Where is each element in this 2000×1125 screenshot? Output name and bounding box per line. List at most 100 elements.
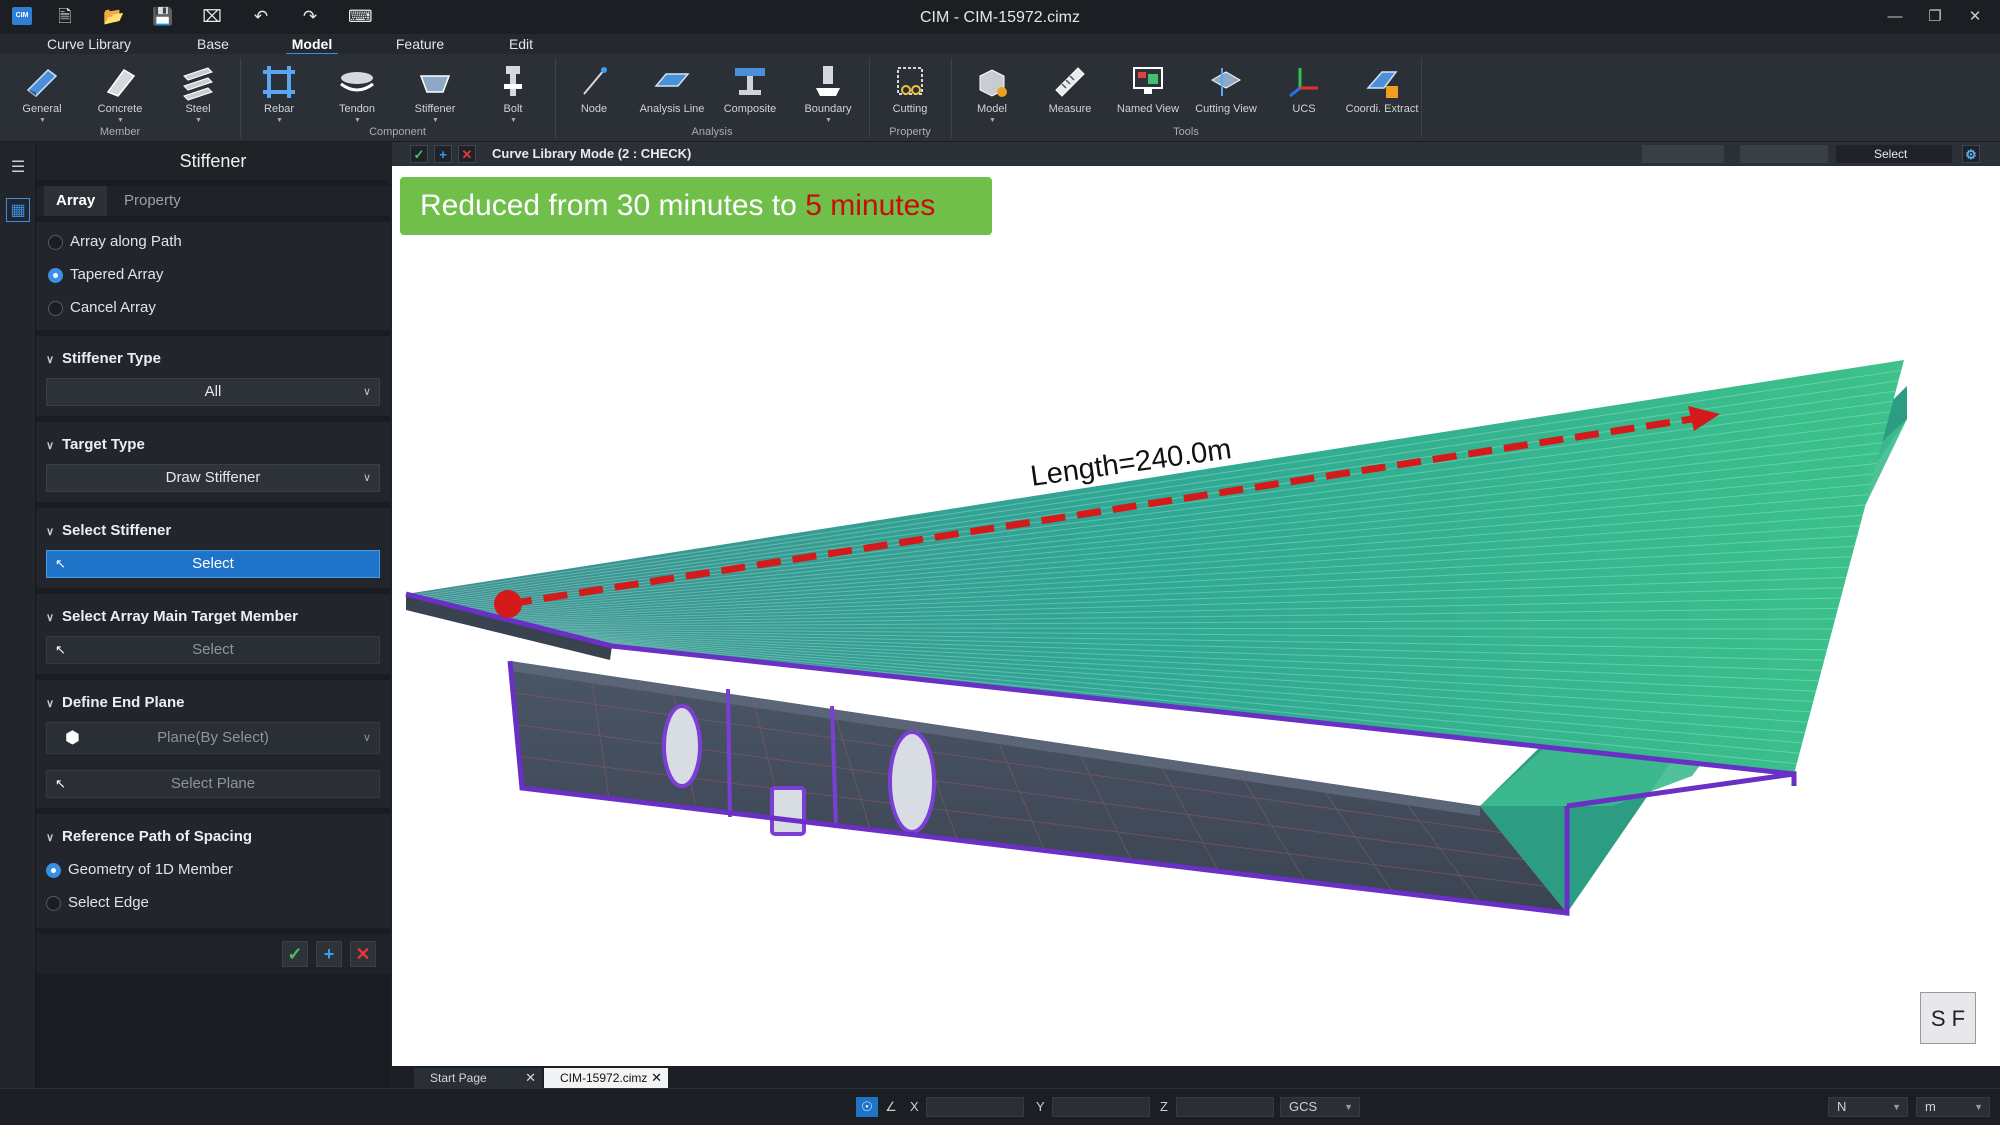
tab-base[interactable]: Base: [182, 34, 244, 54]
tab-feature[interactable]: Feature: [384, 34, 456, 54]
reference-path-header[interactable]: ∨ Reference Path of Spacing: [46, 828, 252, 845]
force-unit-select[interactable]: N ▼: [1828, 1097, 1908, 1117]
tendon-icon: [340, 72, 374, 92]
view-settings-icon[interactable]: ⚙: [1962, 145, 1980, 163]
measure-button[interactable]: Measure: [1033, 62, 1107, 128]
z-coordinate-input[interactable]: [1176, 1097, 1274, 1117]
tab-property[interactable]: Property: [124, 186, 181, 216]
selection-filter-icons[interactable]: [1740, 145, 1828, 163]
group-property-label: Property: [889, 126, 931, 138]
save-icon[interactable]: 💾: [151, 6, 175, 28]
analysis-line-button[interactable]: Analysis Line: [635, 62, 709, 128]
add-button[interactable]: +: [316, 941, 342, 967]
title-bar: CIM 🗎 📂 💾 ⌧ ↶ ↷ ⌨ CIM - CIM-15972.cimz —…: [0, 0, 2000, 34]
close-icon[interactable]: ✕: [651, 1068, 662, 1088]
select-mode-dropdown[interactable]: Select: [1836, 145, 1952, 163]
stiffener-type-header[interactable]: ∨ Stiffener Type: [46, 350, 161, 367]
restore-button[interactable]: ❐: [1920, 5, 1950, 29]
bolt-icon: [504, 66, 522, 96]
select-stiffener-button[interactable]: ↖ Select: [46, 550, 380, 578]
coordinate-extract-icon: [1366, 71, 1398, 98]
ucs-button[interactable]: UCS: [1267, 62, 1341, 128]
boundary-button[interactable]: Boundary ▼: [791, 62, 865, 128]
stiffener-type-dropdown[interactable]: All ∨: [46, 378, 380, 406]
cutting-button[interactable]: Cutting: [873, 62, 947, 128]
ruler-icon[interactable]: ∠: [880, 1097, 902, 1117]
panel-title: Stiffener: [36, 142, 390, 180]
close-icon[interactable]: ✕: [458, 145, 476, 163]
3d-viewport[interactable]: ✓ + ✕ Curve Library Mode (2 : CHECK) Sel…: [392, 142, 2000, 1066]
tab-array[interactable]: Array: [44, 186, 108, 216]
tab-model[interactable]: Model: [278, 34, 346, 55]
time-reduction-banner: Reduced from 30 minutes to 5 minutes: [400, 177, 992, 235]
grid-view-icon[interactable]: ▦: [6, 198, 30, 222]
keyboard-icon[interactable]: ⌨: [348, 6, 373, 28]
general-button[interactable]: General ▼: [5, 62, 79, 128]
select-main-target-header[interactable]: ∨ Select Array Main Target Member: [46, 608, 298, 625]
close-file-icon[interactable]: ⌧: [200, 6, 224, 28]
node-button[interactable]: Node: [557, 62, 631, 128]
rebar-button[interactable]: Rebar ▼: [242, 62, 316, 128]
cutting-view-icon: [1210, 68, 1242, 96]
composite-button[interactable]: Composite: [713, 62, 787, 128]
node-icon: [583, 67, 607, 95]
named-view-button[interactable]: Named View: [1111, 62, 1185, 128]
plus-icon[interactable]: +: [434, 145, 452, 163]
undo-icon[interactable]: ↶: [249, 6, 273, 28]
y-coordinate-input[interactable]: [1052, 1097, 1150, 1117]
chevron-down-icon: ∨: [362, 732, 371, 744]
x-coordinate-input[interactable]: [926, 1097, 1024, 1117]
steel-button[interactable]: Steel ▼: [161, 62, 235, 128]
composite-icon: [735, 68, 765, 95]
check-icon[interactable]: ✓: [410, 145, 428, 163]
chevron-down-icon: ∨: [362, 472, 371, 484]
doc-tab-cim-file[interactable]: CIM-15972.cimz ✕: [544, 1068, 668, 1088]
boundary-icon: [816, 66, 840, 96]
open-folder-icon[interactable]: 📂: [102, 6, 126, 28]
select-plane-button[interactable]: ↖ Select Plane: [46, 770, 380, 798]
chevron-down-icon: ∨: [46, 832, 55, 844]
ribbon: General ▼ Concrete ▼ Steel ▼ Rebar ▼ Tendon ▼…: [0, 54, 2000, 142]
chevron-down-icon: ▼: [1974, 1102, 1983, 1112]
apply-check-button[interactable]: ✓: [282, 941, 308, 967]
length-unit-select[interactable]: m ▼: [1916, 1097, 1990, 1117]
model-button[interactable]: Model ▼: [955, 62, 1029, 128]
stiffener-button[interactable]: Stiffener ▼: [398, 62, 472, 128]
minimize-button[interactable]: —: [1880, 5, 1910, 29]
steel-icon: [183, 67, 213, 101]
select-stiffener-header[interactable]: ∨ Select Stiffener: [46, 522, 171, 539]
doc-tab-start-page[interactable]: Start Page ✕: [414, 1068, 542, 1088]
select-main-target-button[interactable]: ↖ Select: [46, 636, 380, 664]
cutting-view-button[interactable]: Cutting View: [1189, 62, 1263, 128]
panel-tabs: Array Property: [36, 186, 390, 216]
close-icon[interactable]: ✕: [525, 1068, 536, 1088]
end-plane-dropdown[interactable]: ⬢ Plane(By Select) ∨: [46, 722, 380, 754]
close-button[interactable]: ✕: [1960, 5, 1990, 29]
chevron-down-icon: ∨: [46, 612, 55, 624]
render-style-icons[interactable]: [1642, 145, 1724, 163]
tab-curve-library[interactable]: Curve Library: [36, 34, 142, 54]
tree-view-icon[interactable]: ☰: [6, 156, 30, 180]
coordinate-system-select[interactable]: GCS ▼: [1280, 1097, 1360, 1117]
target-type-dropdown[interactable]: Draw Stiffener ∨: [46, 464, 380, 492]
diaphragm-line: [726, 688, 732, 818]
cancel-x-button[interactable]: ✕: [350, 941, 376, 967]
stiffener-icon: [419, 75, 451, 93]
redo-icon[interactable]: ↷: [298, 6, 322, 28]
define-end-plane-header[interactable]: ∨ Define End Plane: [46, 694, 185, 711]
new-file-icon[interactable]: 🗎: [53, 6, 77, 28]
app-logo: CIM: [12, 7, 32, 25]
concrete-button[interactable]: Concrete ▼: [83, 62, 157, 128]
radio-dot-selected: [48, 268, 63, 283]
bolt-button[interactable]: Bolt ▼: [476, 62, 550, 128]
tendon-button[interactable]: Tendon ▼: [320, 62, 394, 128]
snap-icon[interactable]: ☉: [856, 1097, 878, 1117]
cursor-icon: ↖: [55, 556, 66, 571]
view-cube[interactable]: S F: [1920, 992, 1976, 1044]
analysis-line-icon: [654, 73, 690, 87]
mode-label: Curve Library Mode (2 : CHECK): [492, 146, 692, 161]
tab-edit[interactable]: Edit: [494, 34, 548, 54]
radio-dot: [48, 235, 63, 250]
coordinate-extract-button[interactable]: Coordi. Extract: [1345, 62, 1419, 128]
target-type-header[interactable]: ∨ Target Type: [46, 436, 145, 453]
